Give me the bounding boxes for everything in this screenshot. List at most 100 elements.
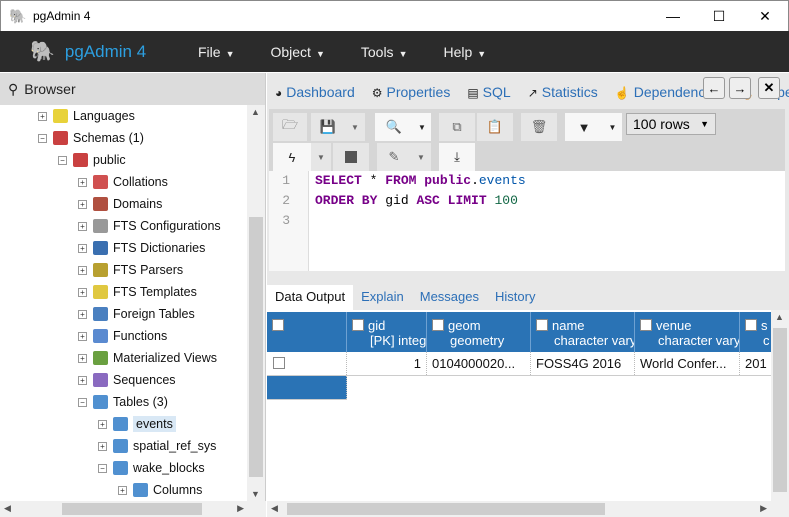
expander-icon[interactable]: + — [78, 309, 87, 319]
checkbox[interactable] — [745, 319, 757, 331]
tree-item[interactable]: − Tables (3) — [78, 391, 168, 413]
row-header[interactable] — [267, 376, 347, 399]
column-header[interactable]: sc — [740, 312, 771, 352]
open-file-button[interactable]: 🗁 — [273, 113, 307, 141]
select-all-header[interactable] — [267, 312, 347, 352]
copy-button[interactable]: ⧉ — [439, 113, 475, 141]
checkbox[interactable] — [272, 319, 284, 331]
grid-cell[interactable]: 201 — [740, 352, 771, 375]
column-header[interactable]: namecharacter varying — [531, 312, 635, 352]
edit-button[interactable]: ✎ — [377, 143, 411, 171]
grid-horizontal-scrollbar[interactable]: ◀ ▶ — [267, 501, 771, 517]
grid-cell[interactable]: 1 — [347, 352, 427, 375]
expander-icon[interactable]: + — [78, 353, 87, 363]
checkbox[interactable] — [640, 319, 652, 331]
grid-cell[interactable]: World Confer... — [635, 352, 740, 375]
tree-item[interactable]: + Functions — [78, 325, 167, 347]
save-dropdown[interactable]: ▼ — [345, 113, 365, 141]
download-button[interactable]: ⤓ — [439, 143, 475, 171]
execute-dropdown[interactable]: ▼ — [311, 143, 331, 171]
tree-item[interactable]: − public — [58, 149, 126, 171]
expander-icon[interactable]: + — [98, 419, 107, 429]
column-header[interactable]: venuecharacter varying — [635, 312, 740, 352]
tab-data-output[interactable]: Data Output — [267, 285, 354, 310]
tree-item[interactable]: − wake_blocks — [98, 457, 205, 479]
menu-tools[interactable]: Tools ▼ — [343, 44, 426, 60]
tree-item[interactable]: + FTS Configurations — [78, 215, 221, 237]
expander-icon[interactable]: + — [78, 331, 87, 341]
find-dropdown[interactable]: ▼ — [413, 113, 431, 141]
menu-file[interactable]: File ▼ — [180, 44, 252, 60]
tab-statistics[interactable]: ↗ Statistics — [528, 84, 598, 105]
expander-icon[interactable]: + — [38, 111, 47, 121]
edit-dropdown[interactable]: ▼ — [411, 143, 431, 171]
expander-icon[interactable]: + — [78, 287, 87, 297]
tree-item[interactable]: + spatial_ref_sys — [98, 435, 216, 457]
filter-button[interactable]: ▼ — [565, 113, 603, 141]
sql-code: SELECT * FROM public.events ORDER BY gid… — [315, 171, 526, 231]
expander-icon[interactable]: + — [78, 243, 87, 253]
tree-item[interactable]: + Foreign Tables — [78, 303, 195, 325]
tab-sql[interactable]: ▤ SQL — [467, 84, 510, 105]
grid-cell[interactable]: FOSS4G 2016 — [531, 352, 635, 375]
tab-dashboard[interactable]: ◕ Dashboard — [275, 84, 355, 105]
filter-dropdown[interactable]: ▼ — [603, 113, 622, 141]
tree-item[interactable]: − Schemas (1) — [38, 127, 144, 149]
close-button[interactable]: ✕ — [742, 1, 788, 31]
paste-button[interactable]: 📋 — [477, 113, 513, 141]
menu-object[interactable]: Object ▼ — [252, 44, 342, 60]
expander-icon[interactable]: + — [78, 265, 87, 275]
stop-button[interactable] — [333, 143, 369, 171]
tree-item[interactable]: + Languages — [38, 105, 135, 127]
checkbox[interactable] — [352, 319, 364, 331]
forward-button[interactable]: → — [729, 77, 751, 99]
tree-item[interactable]: + Materialized Views — [78, 347, 217, 369]
rows-limit-select[interactable]: 100 rows ▼ — [626, 113, 716, 135]
grid-vertical-scrollbar[interactable]: ▲ — [771, 310, 789, 517]
execute-button[interactable]: ϟ — [273, 143, 311, 171]
expander-icon[interactable]: − — [58, 155, 67, 165]
tree-horizontal-scrollbar[interactable]: ◀ ▶ — [0, 501, 266, 517]
tab-history[interactable]: History — [487, 285, 543, 310]
minimize-button[interactable]: — — [650, 1, 696, 31]
column-header[interactable]: gid[PK] integer — [347, 312, 427, 352]
expander-icon[interactable]: − — [98, 463, 107, 473]
expander-icon[interactable]: + — [78, 221, 87, 231]
expander-icon[interactable]: + — [78, 375, 87, 385]
tab-properties[interactable]: ⚙ Properties — [372, 84, 451, 105]
checkbox[interactable] — [432, 319, 444, 331]
expander-icon[interactable]: + — [118, 485, 127, 495]
find-button[interactable]: 🔍 — [375, 113, 413, 141]
delete-button[interactable]: 🗑 — [521, 113, 557, 141]
save-button[interactable]: 💾 — [311, 113, 345, 141]
table-row[interactable]: 1 0104000020... FOSS4G 2016 World Confer...… — [267, 352, 771, 376]
menu-help[interactable]: Help ▼ — [425, 44, 504, 60]
checkbox[interactable] — [536, 319, 548, 331]
expander-icon[interactable]: + — [78, 177, 87, 187]
tree-item[interactable]: + events — [98, 413, 176, 435]
tree-item[interactable]: + FTS Templates — [78, 281, 197, 303]
empty-row[interactable] — [267, 376, 347, 400]
tree-item[interactable]: + FTS Parsers — [78, 259, 183, 281]
row-select[interactable] — [267, 352, 347, 375]
close-tab-button[interactable]: ✕ — [758, 77, 780, 99]
tab-messages[interactable]: Messages — [412, 285, 487, 310]
expander-icon[interactable]: + — [78, 199, 87, 209]
expander-icon[interactable]: − — [38, 133, 47, 143]
tree-item[interactable]: + Domains — [78, 193, 162, 215]
tree-item[interactable]: + FTS Dictionaries — [78, 237, 205, 259]
brand[interactable]: 🐘 pgAdmin 4 — [0, 39, 180, 64]
maximize-button[interactable]: ☐ — [696, 1, 742, 31]
tree-item[interactable]: + Sequences — [78, 369, 176, 391]
checkbox[interactable] — [273, 357, 285, 369]
back-button[interactable]: ← — [703, 77, 725, 99]
tree-vertical-scrollbar[interactable]: ▲ ▼ — [247, 105, 265, 501]
expander-icon[interactable]: + — [98, 441, 107, 451]
tree-item[interactable]: + Collations — [78, 171, 168, 193]
tab-explain[interactable]: Explain — [353, 285, 412, 310]
expander-icon[interactable]: − — [78, 397, 87, 407]
column-header[interactable]: geom geometry — [427, 312, 531, 352]
tree-item[interactable]: + Columns — [118, 479, 202, 501]
grid-cell[interactable]: 0104000020... — [427, 352, 531, 375]
sql-editor[interactable]: 1 2 3 SELECT * FROM public.events ORDER … — [269, 171, 785, 271]
